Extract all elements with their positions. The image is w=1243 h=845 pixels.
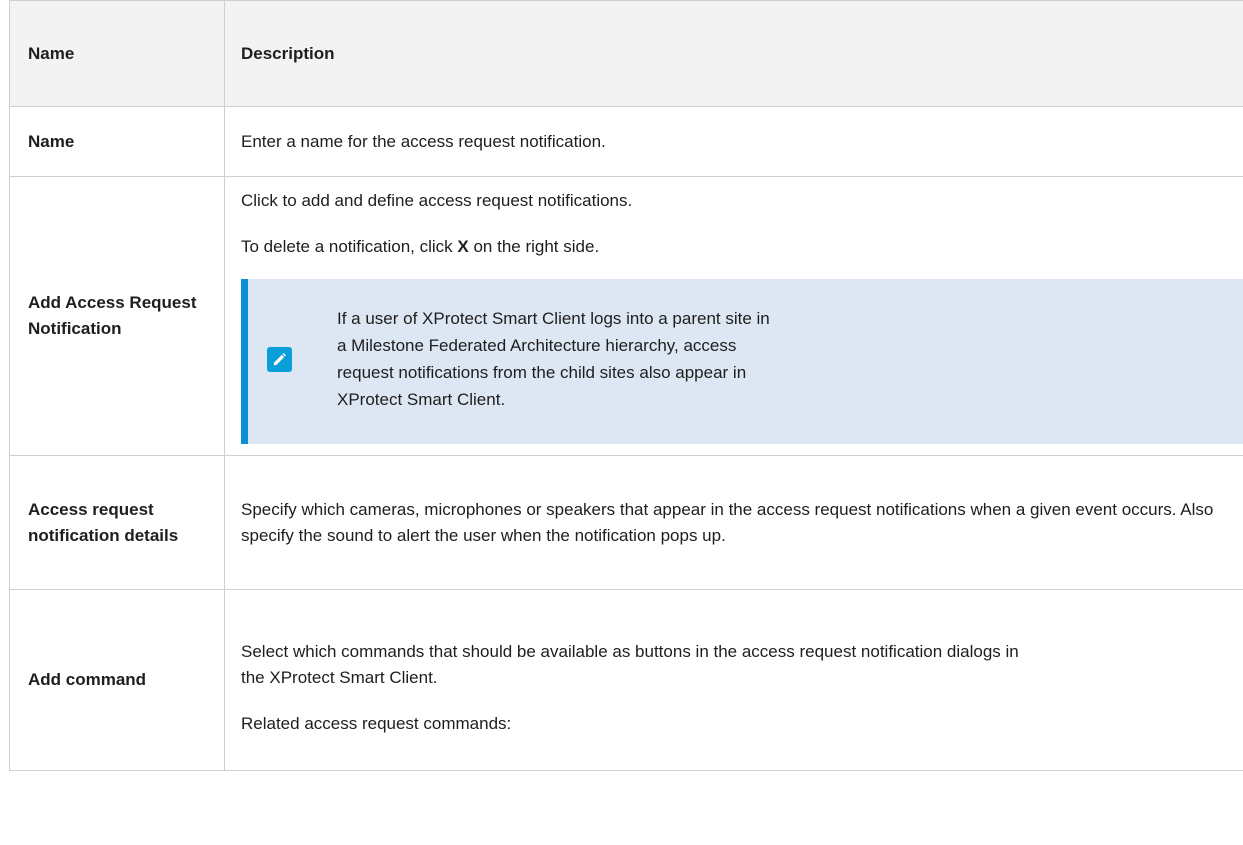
header-name: Name	[9, 0, 225, 107]
row-name-label: Name	[9, 106, 225, 177]
description-text: Select which commands that should be ava…	[241, 642, 1019, 687]
description-text: Click to add and define access request n…	[241, 191, 633, 210]
row-name-description: Enter a name for the access request noti…	[224, 106, 1243, 177]
row-add-description: Click to add and define access request n…	[224, 176, 1243, 456]
properties-table: Name Description Name Enter a name for t…	[9, 0, 1243, 771]
note-text: If a user of XProtect Smart Client logs …	[337, 309, 770, 409]
table-row: Name Enter a name for the access request…	[9, 106, 1243, 177]
note-box: If a user of XProtect Smart Client logs …	[241, 279, 1243, 444]
row-details-label: Access request notification details	[9, 455, 225, 590]
description-text: Specify which cameras, microphones or sp…	[241, 499, 1214, 545]
pencil-note-icon	[267, 347, 292, 372]
row-details-description: Specify which cameras, microphones or sp…	[224, 455, 1243, 590]
row-command-label: Add command	[9, 589, 225, 771]
table-header-row: Name Description	[9, 0, 1243, 107]
description-text: To delete a notification, click X on the…	[241, 237, 600, 256]
table-row: Access request notification details Spec…	[9, 455, 1243, 590]
delete-x-label: X	[457, 237, 469, 256]
header-description: Description	[224, 0, 1243, 107]
table-row: Add command Select which commands that s…	[9, 589, 1243, 771]
row-command-description: Select which commands that should be ava…	[224, 589, 1243, 771]
description-text: Related access request commands:	[241, 714, 512, 733]
row-add-label: Add Access Request Notification	[9, 176, 225, 456]
table-row: Add Access Request Notification Click to…	[9, 176, 1243, 456]
description-text: Enter a name for the access request noti…	[241, 131, 606, 151]
